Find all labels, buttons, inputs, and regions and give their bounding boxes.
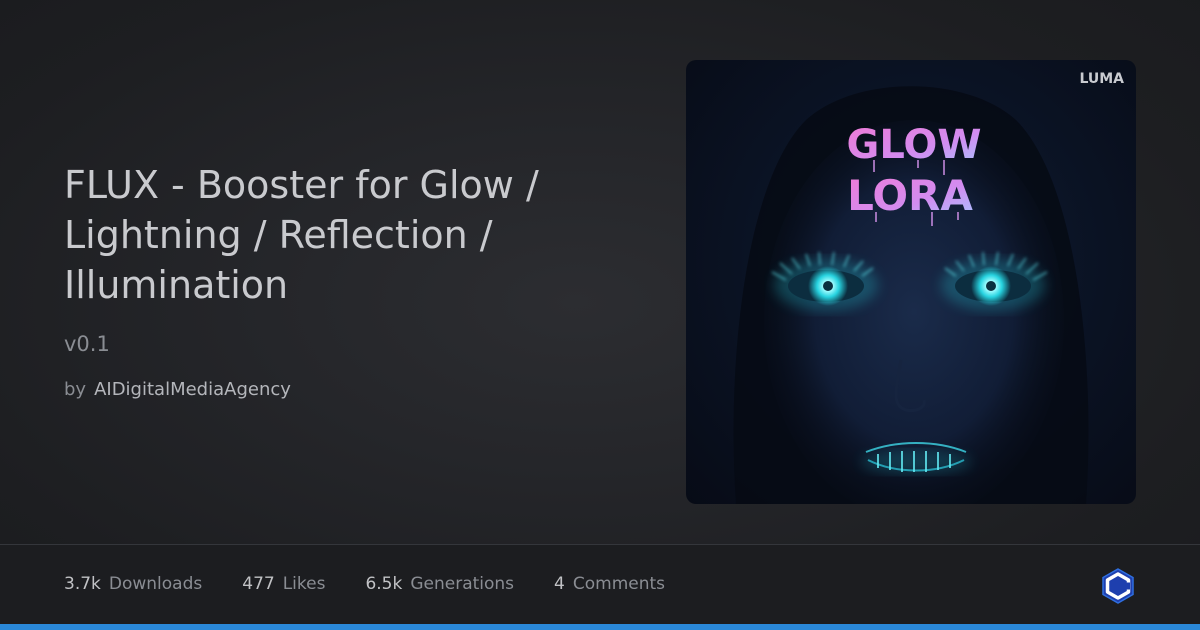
stat-generations: 6.5k Generations (365, 574, 514, 594)
author-name[interactable]: AIDigitalMediaAgency (94, 379, 291, 400)
accent-bar (0, 624, 1200, 630)
art-text-lora: LORA (847, 171, 973, 220)
likes-count: 477 (242, 574, 275, 594)
art-text-glow: GLOW (846, 122, 981, 168)
stats-footer: 3.7k Downloads 477 Likes 6.5k Generations 4… (0, 544, 1200, 630)
generations-label: Generations (410, 574, 515, 594)
model-title: FLUX - Booster for Glow / Lightning / Re… (64, 163, 539, 307)
comments-label: Comments (572, 574, 666, 594)
downloads-label: Downloads (108, 574, 203, 594)
generations-count: 6.5k (365, 574, 403, 594)
stats-list: 3.7k Downloads 477 Likes 6.5k Generations 4… (64, 574, 705, 594)
comments-count: 4 (554, 574, 565, 594)
model-version: v0.1 (64, 332, 110, 356)
stat-comments: 4 Comments (554, 574, 665, 594)
author-byline: by AIDigitalMediaAgency (64, 379, 291, 400)
stat-likes: 477 Likes (242, 574, 325, 594)
civitai-logo-icon[interactable] (1101, 568, 1135, 604)
luma-watermark: LUMA (1079, 71, 1124, 87)
by-label: by (64, 379, 87, 400)
downloads-count: 3.7k (64, 574, 101, 594)
likes-label: Likes (282, 574, 326, 594)
model-preview-image[interactable]: GLOW LORA LUMA (686, 60, 1136, 504)
stat-downloads: 3.7k Downloads (64, 574, 202, 594)
glow-face-illustration: GLOW LORA LUMA (733, 71, 1124, 504)
